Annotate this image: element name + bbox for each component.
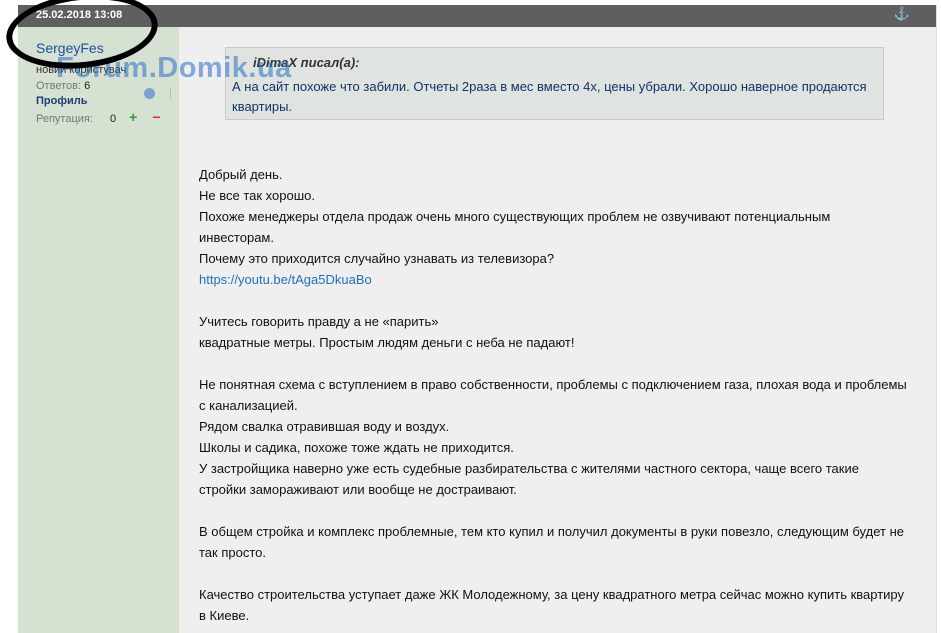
post-line: Рядом свалка отравившая воду и воздух. bbox=[199, 419, 450, 434]
post-line: Не все так хорошо. bbox=[199, 188, 315, 203]
post-body: Добрый день. Не все так хорошо. Похоже мен… bbox=[199, 164, 919, 626]
posts-label: Ответов: bbox=[36, 80, 81, 92]
user-name-link[interactable]: SergeyFes bbox=[36, 40, 104, 56]
youtube-link[interactable]: https://youtu.be/tAga5DkuaBo bbox=[199, 272, 372, 287]
divider bbox=[170, 88, 171, 99]
post-line: Добрый день. bbox=[199, 167, 283, 182]
post-line: Учитесь говорить правду а не «парить» bbox=[199, 314, 439, 329]
user-role: новий користувач bbox=[36, 64, 127, 76]
quote-block: iDimaX писал(а): А на сайт похоже что за… bbox=[225, 47, 884, 120]
post-line: Похоже менеджеры отдела продаж очень мно… bbox=[199, 209, 831, 224]
blue-dot-icon bbox=[144, 88, 155, 99]
quote-author: iDimaX писал(а): bbox=[253, 55, 360, 70]
post-line: Не понятная схема с вступлением в право … bbox=[199, 377, 907, 392]
post-line: Школы и садика, похоже тоже ждать не при… bbox=[199, 440, 514, 455]
post-line: В общем стройка и комплекс проблемные, т… bbox=[199, 524, 904, 539]
posts-value: 6 bbox=[84, 80, 91, 92]
window-edge bbox=[936, 5, 941, 633]
profile-link[interactable]: Профиль bbox=[36, 95, 87, 107]
reputation-value: 0 bbox=[109, 113, 117, 125]
post-line: квадратные метры. Простым людям деньги с… bbox=[199, 335, 575, 350]
post-line: инвесторам. bbox=[199, 230, 274, 245]
post-line: У застройщика наверно уже есть судебные … bbox=[199, 461, 859, 476]
post-line: стройки замораживают или вообще не достр… bbox=[199, 482, 517, 497]
reputation-minus-button[interactable]: − bbox=[152, 109, 160, 125]
post-line: с канализацией. bbox=[199, 398, 298, 413]
user-posts-count: Ответов: 6 bbox=[36, 80, 90, 92]
post-line: Качество строительства уступает даже ЖК … bbox=[199, 587, 905, 602]
anchor-icon[interactable]: ⚓ bbox=[894, 6, 910, 22]
quote-text: А на сайт похоже что забили. Отчеты 2раз… bbox=[232, 79, 867, 114]
post-line: https://youtu.be/tAga5DkuaBo bbox=[199, 269, 919, 290]
reputation-label: Репутация: bbox=[36, 113, 93, 125]
post-line: Почему это приходится случайно узнавать … bbox=[199, 251, 555, 266]
reputation-row: Репутация: 0 + − bbox=[36, 109, 161, 125]
post-header-bar: 25.02.2018 13:08 ⚓ bbox=[18, 5, 936, 27]
reputation-plus-button[interactable]: + bbox=[129, 109, 137, 125]
post-date: 25.02.2018 13:08 bbox=[36, 9, 123, 21]
post-line: так просто. bbox=[199, 545, 266, 560]
post-line: в Киеве. bbox=[199, 608, 250, 623]
